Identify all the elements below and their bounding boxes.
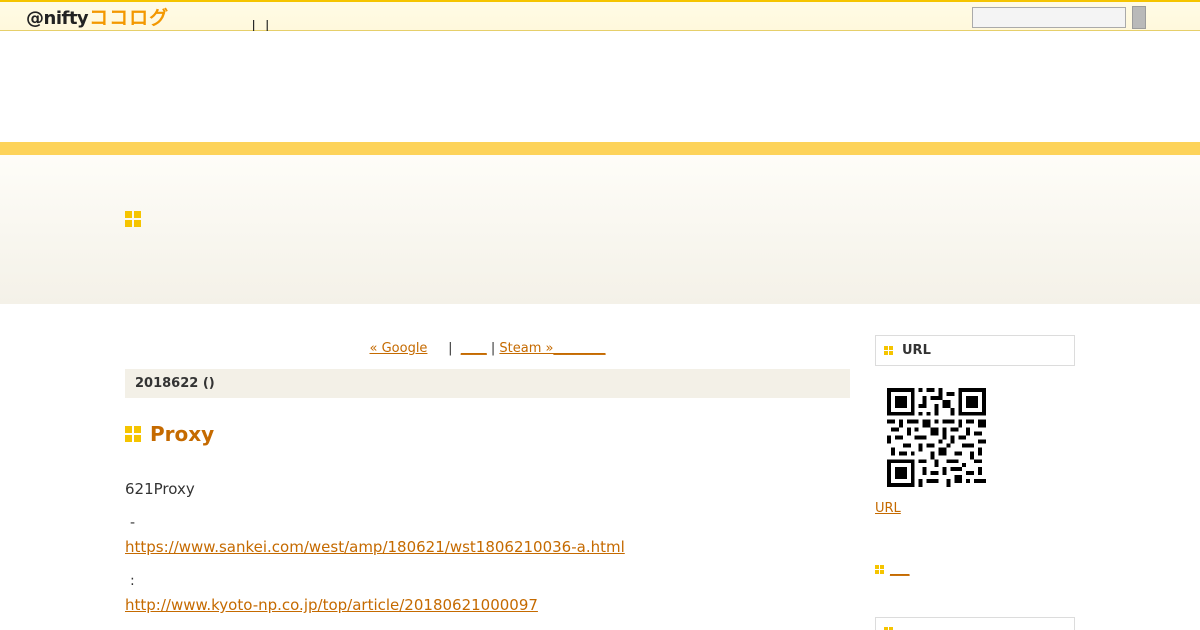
post-body: 621Proxy - https://www.sankei.com/west/a…: [125, 479, 850, 629]
post-title: Proxy: [125, 421, 214, 447]
square-grid-icon: [125, 211, 141, 227]
sidebar-heading-text: URL: [902, 343, 931, 358]
home-link[interactable]: ____: [461, 341, 487, 356]
next-entry-link-trailing[interactable]: ________: [553, 341, 605, 356]
sidebar-item: ___: [875, 562, 910, 577]
banner-stripe: [0, 142, 1200, 155]
nav-separator: |: [486, 341, 500, 356]
sidebar-heading-url: URL: [875, 335, 1075, 366]
square-grid-icon: [875, 564, 885, 575]
blog-banner: [0, 155, 1200, 304]
post-title-text[interactable]: Proxy: [150, 422, 214, 446]
square-grid-icon: [884, 345, 894, 356]
nav-separator: |: [427, 341, 461, 356]
post-intro: 621Proxy: [125, 480, 195, 498]
header-ad-space: [0, 31, 1200, 142]
source-label: :: [130, 573, 135, 589]
article-link[interactable]: https://www.sankei.com/west/amp/180621/w…: [125, 538, 625, 556]
prev-entry-link[interactable]: « Google: [370, 341, 428, 356]
search-button[interactable]: [1132, 6, 1146, 29]
entry-navigation: « Google | ____ | Steam »________: [125, 341, 850, 356]
search-input[interactable]: [972, 7, 1126, 28]
qr-url-link[interactable]: URL: [875, 501, 901, 516]
cocolog-logo[interactable]: @nifty ココログ: [26, 3, 169, 29]
logo-cocolog-text: ココログ: [89, 7, 170, 29]
article-link[interactable]: http://www.kyoto-np.co.jp/top/article/20…: [125, 596, 538, 614]
logo-nifty-text: @nifty: [26, 8, 89, 29]
sidebar-heading-next: [875, 617, 1075, 630]
next-entry-link[interactable]: Steam »: [499, 341, 553, 356]
nifty-topbar: @nifty ココログ | | __: [0, 0, 1200, 35]
qr-code-icon: [887, 388, 986, 487]
source-label: -: [130, 515, 136, 531]
square-grid-icon: [125, 426, 141, 442]
sidebar-item-link[interactable]: ___: [890, 562, 910, 577]
post-date: 2018622 (): [125, 369, 850, 398]
